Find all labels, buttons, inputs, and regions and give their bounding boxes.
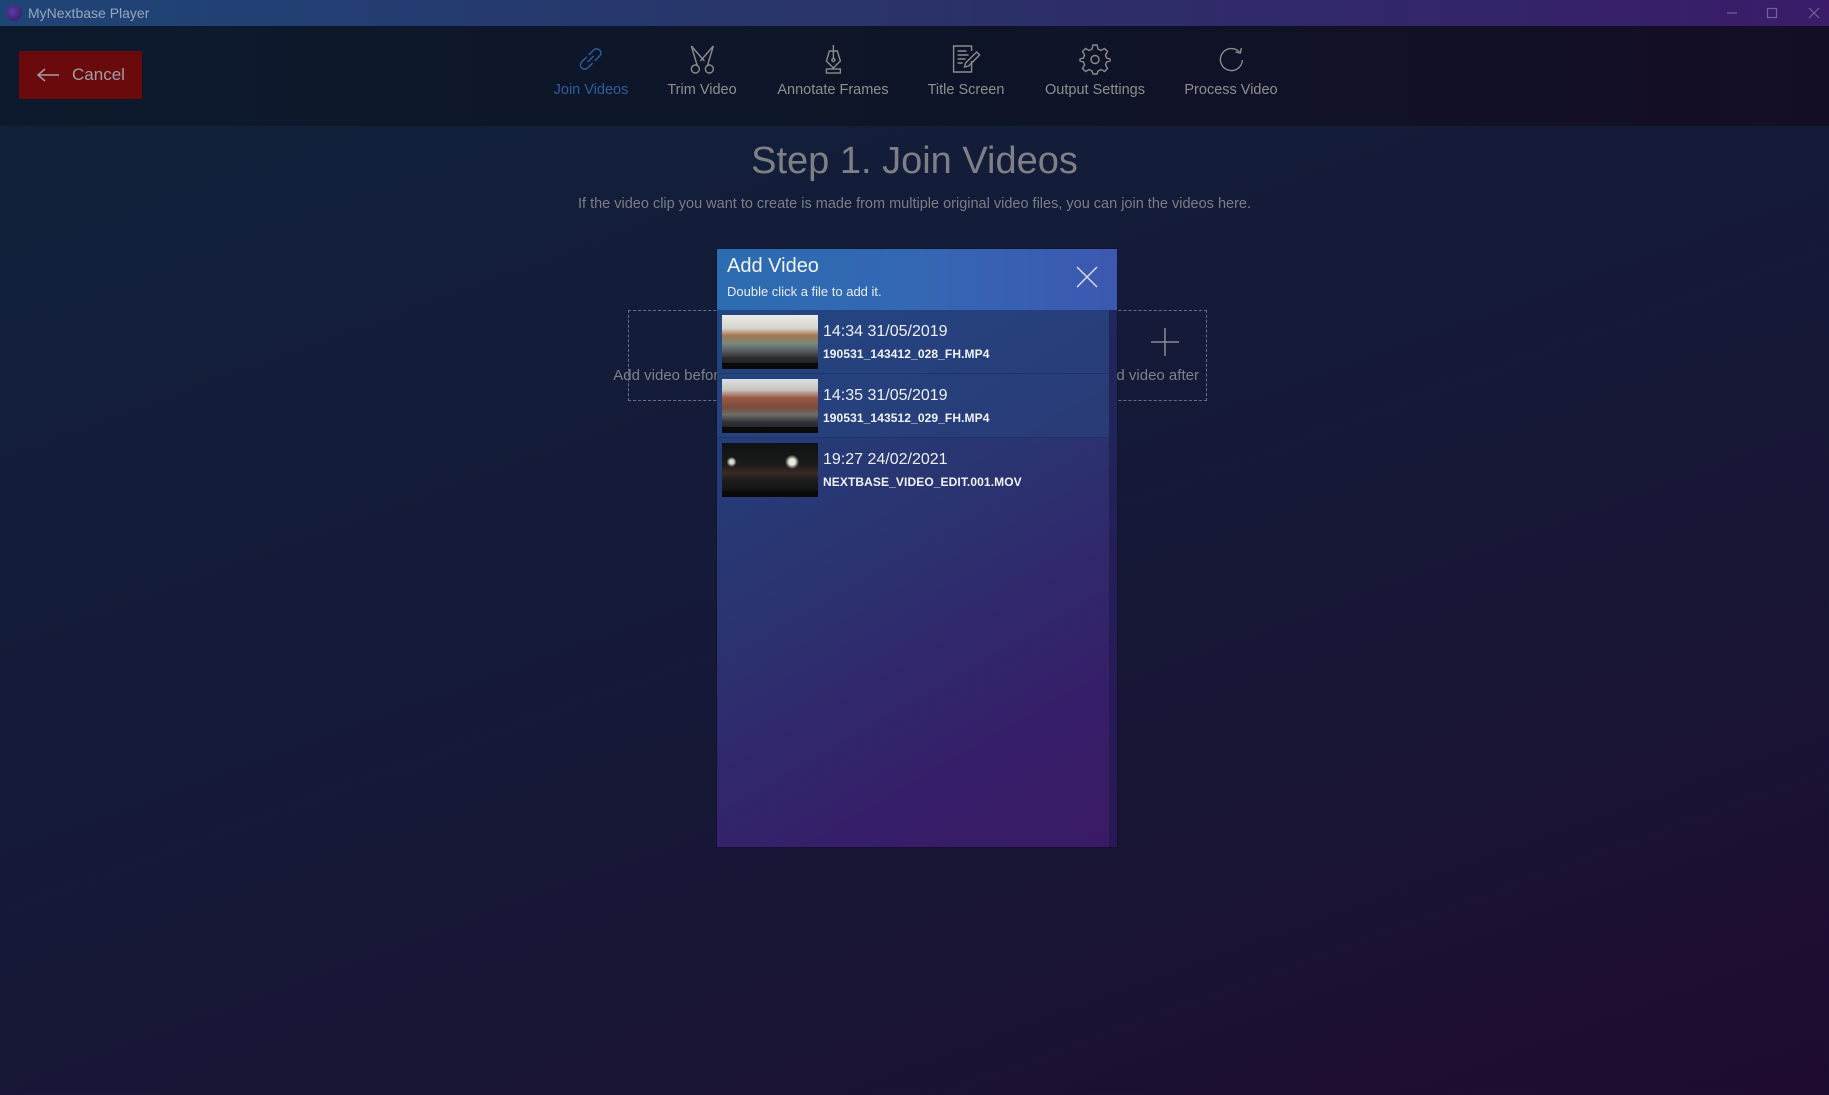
file-name: NEXTBASE_VIDEO_EDIT.001.MOV bbox=[823, 475, 1022, 489]
step-label: Process Video bbox=[1184, 82, 1278, 98]
cancel-button[interactable]: Cancel bbox=[19, 51, 142, 99]
file-datetime: 19:27 24/02/2021 bbox=[823, 451, 948, 468]
cancel-label: Cancel bbox=[72, 65, 125, 84]
daytime-church-thumbnail bbox=[722, 378, 818, 433]
close-window-button[interactable] bbox=[1794, 0, 1829, 26]
dialog-subtitle: Double click a file to add it. bbox=[727, 284, 882, 299]
add-before-label: Add video before bbox=[613, 367, 727, 384]
dialog-title: Add Video bbox=[727, 255, 819, 277]
step-output-settings[interactable]: Output Settings bbox=[1045, 42, 1145, 98]
step-title-screen[interactable]: Title Screen bbox=[927, 42, 1005, 98]
plus-icon bbox=[1150, 328, 1179, 356]
step-annotate-frames[interactable]: Annotate Frames bbox=[777, 42, 889, 98]
dialog-header: Add Video Double click a file to add it. bbox=[717, 249, 1117, 310]
file-list-item[interactable]: 14:34 31/05/2019 190531_143412_028_FH.MP… bbox=[717, 310, 1109, 374]
file-list-item[interactable]: 14:35 31/05/2019 190531_143512_029_FH.MP… bbox=[717, 374, 1109, 438]
arrow-left-icon bbox=[36, 68, 60, 82]
file-name: 190531_143512_029_FH.MP4 bbox=[823, 410, 990, 425]
night-street-thumbnail bbox=[722, 443, 818, 497]
step-label: Output Settings bbox=[1045, 82, 1145, 98]
minimize-button[interactable] bbox=[1712, 0, 1752, 26]
toolbar: Cancel Join Videos Trim Video Annotate F… bbox=[0, 26, 1829, 126]
maximize-icon bbox=[1766, 7, 1778, 19]
step-label: Annotate Frames bbox=[777, 82, 889, 98]
add-video-dialog: Add Video Double click a file to add it.… bbox=[717, 249, 1117, 847]
step-label: Trim Video bbox=[667, 82, 737, 98]
scrollbar[interactable] bbox=[1109, 310, 1117, 847]
file-list-item[interactable]: 19:27 24/02/2021 NEXTBASE_VIDEO_EDIT.001… bbox=[717, 438, 1109, 502]
step-label: Title Screen bbox=[927, 82, 1005, 98]
close-icon bbox=[1808, 7, 1820, 19]
nextbase-logo-icon bbox=[6, 5, 22, 21]
step-trim-video[interactable]: Trim Video bbox=[667, 42, 737, 98]
scissors-icon bbox=[685, 42, 719, 76]
step-process-video[interactable]: Process Video bbox=[1184, 42, 1278, 98]
file-name: 190531_143412_028_FH.MP4 bbox=[823, 346, 990, 361]
title-bar: MyNextbase Player bbox=[0, 0, 1829, 26]
pen-nib-icon bbox=[816, 42, 850, 76]
page-title: Step 1. Join Videos bbox=[751, 140, 1078, 182]
daytime-street-thumbnail bbox=[722, 314, 818, 369]
step-join-videos[interactable]: Join Videos bbox=[553, 42, 629, 98]
file-datetime: 14:34 31/05/2019 bbox=[823, 322, 948, 340]
file-datetime: 14:35 31/05/2019 bbox=[823, 386, 948, 404]
refresh-icon bbox=[1214, 42, 1248, 76]
document-edit-icon bbox=[949, 42, 983, 76]
dialog-close-button[interactable] bbox=[1076, 266, 1098, 288]
page-description: If the video clip you want to create is … bbox=[578, 196, 1251, 212]
gear-icon bbox=[1078, 42, 1112, 76]
app-title: MyNextbase Player bbox=[28, 5, 150, 21]
link-icon bbox=[574, 42, 608, 76]
maximize-button[interactable] bbox=[1752, 0, 1792, 26]
close-icon bbox=[1076, 266, 1098, 288]
minimize-icon bbox=[1727, 12, 1737, 14]
step-label: Join Videos bbox=[553, 82, 629, 98]
file-list: 14:34 31/05/2019 190531_143412_028_FH.MP… bbox=[717, 310, 1109, 847]
